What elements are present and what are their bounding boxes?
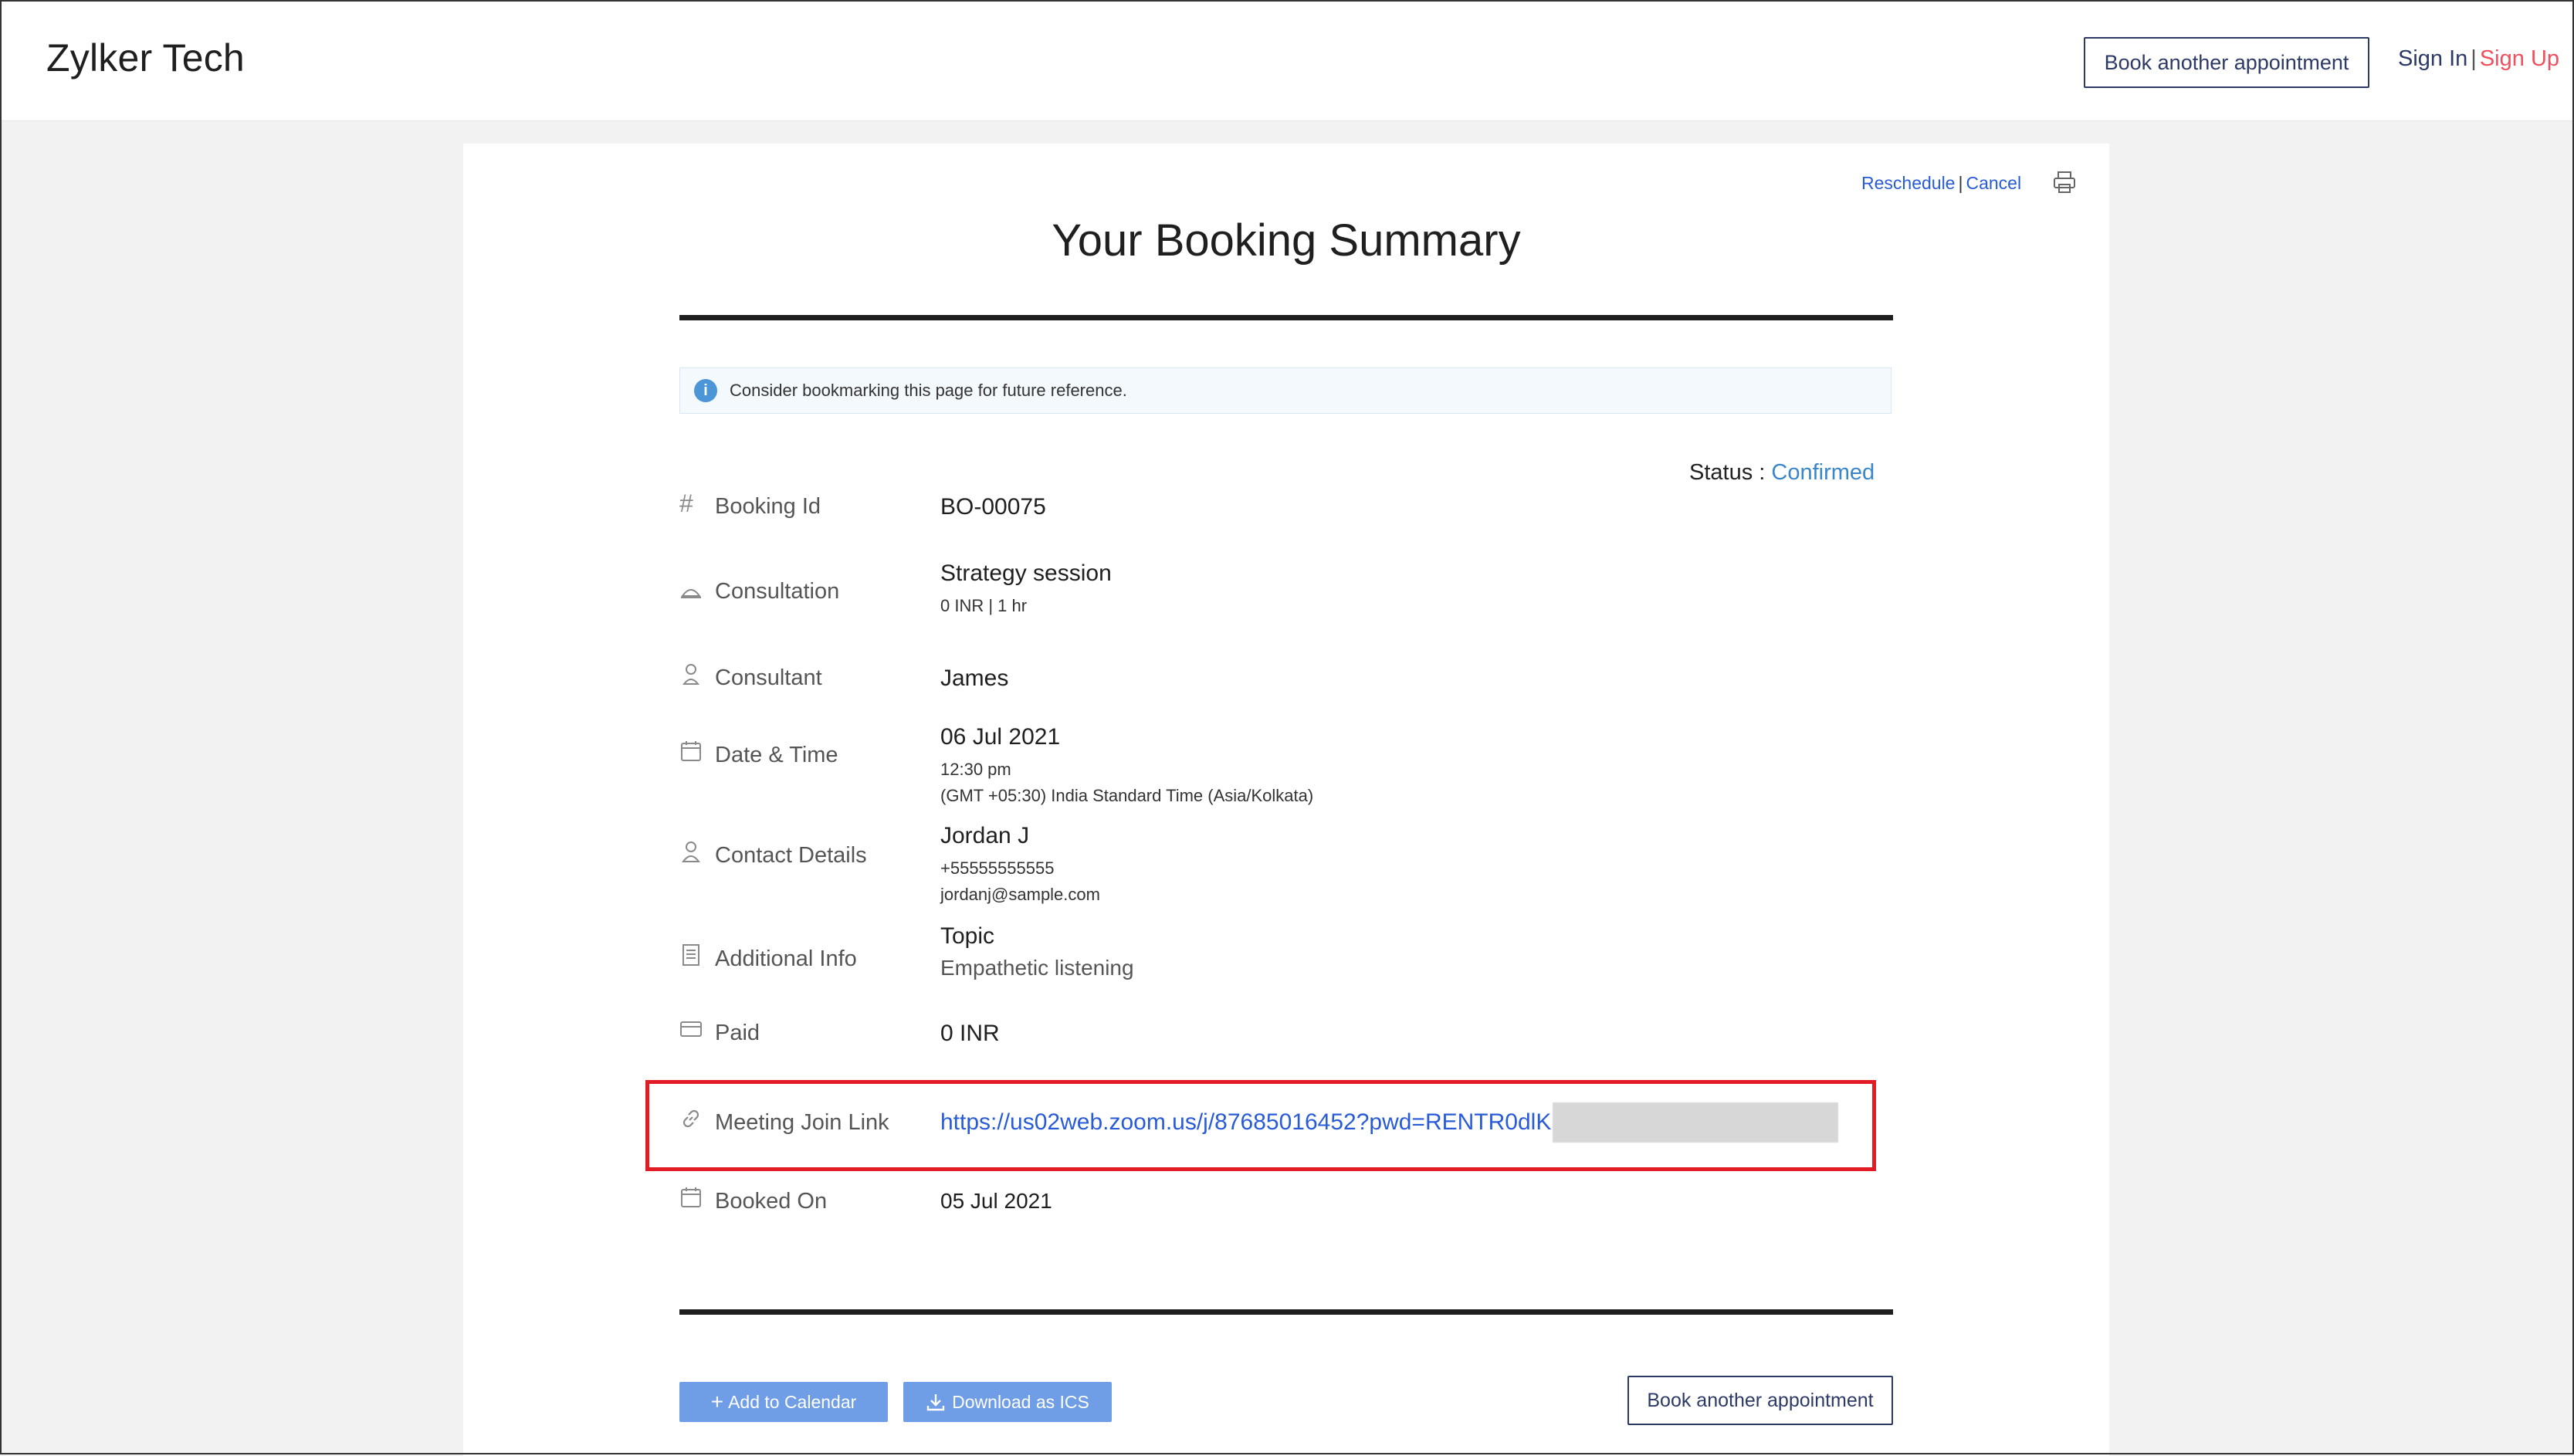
auth-links: Sign In | Sign Up — [2398, 46, 2559, 72]
booking-summary-card: Reschedule | Cancel Your Booking Summary i… — [463, 144, 2109, 1456]
hash-icon: # — [679, 489, 693, 517]
row-consultation: Consultation Strategy session 0 INR | 1 … — [679, 560, 1893, 630]
highlight-box — [645, 1080, 1876, 1171]
consultation-label: Consultation — [715, 579, 840, 604]
user-icon — [682, 841, 700, 862]
booking-id-value: BO-00075 — [940, 494, 1046, 520]
time-value: 12:30 pm — [940, 760, 1011, 779]
row-paid: Paid 0 INR — [679, 1010, 1893, 1056]
additional-info-key: Topic — [940, 923, 995, 949]
calendar-icon — [681, 741, 701, 761]
row-consultant: Consultant James — [679, 653, 1893, 699]
credit-card-icon — [680, 1021, 702, 1037]
bookmark-notice: i Consider bookmarking this page for fut… — [679, 367, 1892, 414]
add-to-calendar-button[interactable]: + Add to Calendar — [679, 1382, 888, 1422]
status-value: Confirmed — [1771, 460, 1875, 485]
add-to-calendar-label: Add to Calendar — [728, 1391, 857, 1412]
consultation-price-duration: 0 INR | 1 hr — [940, 596, 1028, 615]
row-booking-id: # Booking Id BO-00075 — [679, 486, 1893, 533]
divider-top — [679, 315, 1893, 320]
reschedule-link[interactable]: Reschedule — [1861, 173, 1955, 193]
paid-value: 0 INR — [940, 1021, 1000, 1046]
paid-label: Paid — [715, 1021, 760, 1045]
timezone-value: (GMT +05:30) India Standard Time (Asia/K… — [940, 786, 1314, 805]
brand-name: Zylker Tech — [46, 36, 245, 80]
download-icon — [926, 1394, 945, 1411]
date-value: 06 Jul 2021 — [940, 724, 1061, 750]
notice-text: Consider bookmarking this page for futur… — [730, 381, 1127, 400]
download-ics-label: Download as ICS — [952, 1391, 1089, 1412]
contact-email: jordanj@sample.com — [940, 885, 1100, 904]
divider-bottom — [679, 1309, 1893, 1315]
book-another-appointment-bottom-button[interactable]: Book another appointment — [1627, 1376, 1893, 1425]
booked-on-label: Booked On — [715, 1189, 828, 1214]
sign-in-link[interactable]: Sign In — [2398, 46, 2467, 71]
auth-separator: | — [2471, 46, 2477, 71]
page-title: Your Booking Summary — [1052, 215, 1521, 266]
calendar-icon — [681, 1187, 701, 1207]
booking-id-label: Booking Id — [715, 494, 821, 519]
contact-details-label: Contact Details — [715, 843, 867, 868]
person-pin-icon — [682, 664, 700, 685]
additional-info-value: Empathetic listening — [940, 956, 1134, 980]
date-time-label: Date & Time — [715, 743, 838, 767]
cancel-link[interactable]: Cancel — [1966, 173, 2021, 193]
status-label: Status : — [1689, 460, 1772, 485]
row-booked-on: Booked On 05 Jul 2021 — [679, 1178, 1893, 1224]
row-contact-details: Contact Details Jordan J +55555555555 jo… — [679, 823, 1893, 923]
additional-info-label: Additional Info — [715, 946, 857, 971]
actions-separator: | — [1958, 173, 1963, 193]
info-icon: i — [694, 379, 717, 402]
contact-name: Jordan J — [940, 823, 1030, 848]
booking-status: Status : Confirmed — [1689, 460, 1875, 486]
printer-icon[interactable] — [2052, 170, 2077, 195]
consultation-value: Strategy session — [940, 560, 1112, 586]
row-date-time: Date & Time 06 Jul 2021 12:30 pm (GMT +0… — [679, 723, 1893, 823]
consultant-value: James — [940, 665, 1009, 691]
row-additional-info: Additional Info Topic Empathetic listeni… — [679, 923, 1893, 1001]
booked-on-value: 05 Jul 2021 — [940, 1189, 1052, 1213]
contact-phone: +55555555555 — [940, 858, 1055, 878]
top-header: Zylker Tech Book another appointment Sig… — [2, 2, 2572, 121]
document-icon — [682, 944, 699, 966]
sign-up-link[interactable]: Sign Up — [2480, 46, 2559, 71]
download-ics-button[interactable]: Download as ICS — [903, 1382, 1112, 1422]
service-bell-icon — [681, 589, 701, 598]
booking-actions: Reschedule | Cancel — [1861, 173, 2021, 194]
consultant-label: Consultant — [715, 665, 822, 690]
book-another-appointment-button[interactable]: Book another appointment — [2084, 37, 2369, 88]
plus-icon: + — [710, 1390, 724, 1414]
